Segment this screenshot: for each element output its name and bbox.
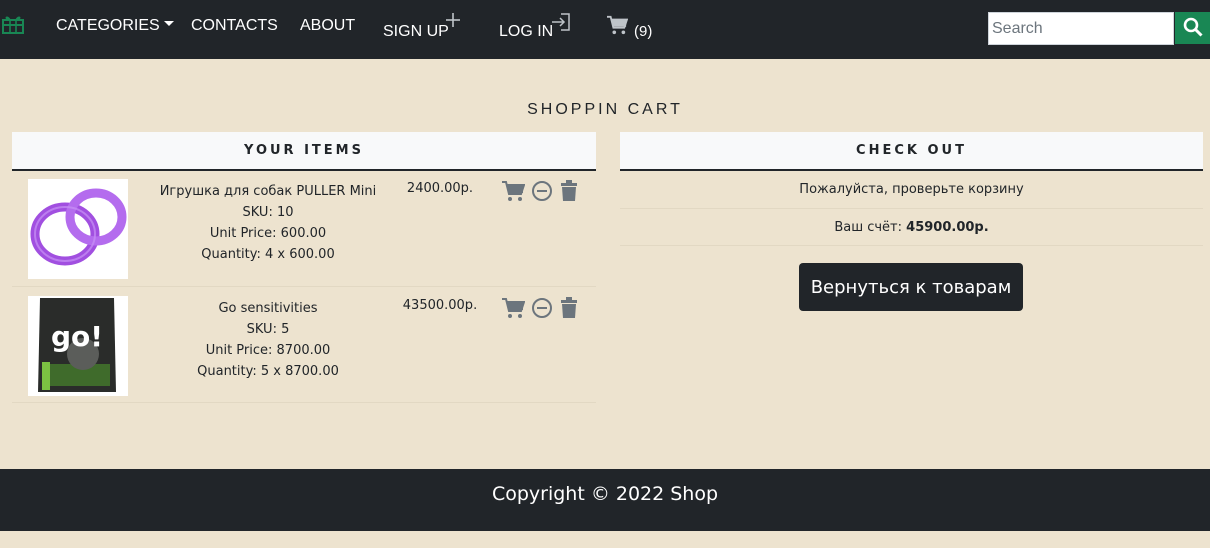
- items-panel-header: YOUR ITEMS: [12, 132, 596, 171]
- item-quantity: Quantity: 4 x 600.00: [201, 247, 335, 262]
- nav-about-link[interactable]: ABOUT: [300, 17, 355, 35]
- product-image-go[interactable]: go!: [28, 296, 128, 396]
- checkout-total: Ваш счёт: 45900.00р.: [620, 209, 1203, 246]
- checkout-note: Пожалуйста, проверьте корзину: [620, 171, 1203, 209]
- item-total: 2400.00р.: [406, 181, 474, 196]
- nav-contacts-link[interactable]: CONTACTS: [191, 17, 278, 35]
- navbar: CATEGORIES CONTACTS ABOUT SIGN UP LOG IN…: [0, 0, 1210, 59]
- search-button[interactable]: [1175, 12, 1210, 44]
- item-total: 43500.00р.: [402, 298, 478, 313]
- total-value: 45900.00р.: [906, 220, 989, 235]
- product-image-puller[interactable]: [28, 179, 128, 279]
- item-name: Игрушка для собак PULLER Mini: [159, 184, 377, 199]
- total-label: Ваш счёт:: [834, 220, 903, 235]
- add-to-cart-icon[interactable]: [501, 297, 526, 323]
- cart-item-row: go! Go sensitivities SKU: 5 Unit Price: …: [12, 287, 596, 403]
- item-unit-price: Unit Price: 600.00: [209, 226, 327, 241]
- minus-circle-icon[interactable]: [531, 297, 553, 323]
- item-info: Go sensitivities SKU: 5 Unit Price: 8700…: [148, 298, 388, 382]
- trash-icon[interactable]: [559, 297, 579, 323]
- go-brand-text: go!: [51, 320, 103, 353]
- nav-categories-label: CATEGORIES: [56, 17, 160, 34]
- back-to-products-button[interactable]: Вернуться к товарам: [799, 263, 1023, 311]
- cart-item-row: Игрушка для собак PULLER Mini SKU: 10 Un…: [12, 170, 596, 287]
- copyright-text: Copyright © 2022 Shop: [491, 483, 719, 505]
- item-quantity: Quantity: 5 x 8700.00: [197, 364, 339, 379]
- item-info: Игрушка для собак PULLER Mini SKU: 10 Un…: [148, 181, 388, 265]
- nav-signup-label: SIGN UP: [383, 23, 449, 40]
- add-to-cart-icon[interactable]: [501, 180, 526, 206]
- trash-icon[interactable]: [559, 180, 579, 206]
- cart-count-badge: (9): [634, 23, 653, 40]
- minus-circle-icon[interactable]: [531, 180, 553, 206]
- footer: Copyright © 2022 Shop: [0, 469, 1210, 531]
- page-title: SHOPPIN CART: [527, 101, 683, 118]
- item-sku: SKU: 10: [242, 205, 294, 220]
- item-unit-price: Unit Price: 8700.00: [205, 343, 331, 358]
- checkout-panel-header: CHECK OUT: [620, 132, 1203, 171]
- nav-login-label: LOG IN: [499, 23, 554, 40]
- plus-icon: [446, 13, 460, 32]
- item-sku: SKU: 5: [246, 322, 290, 337]
- item-name: Go sensitivities: [218, 301, 318, 316]
- nav-signup-link[interactable]: SIGN UP: [383, 13, 460, 41]
- nav-cart-link[interactable]: (9): [606, 15, 652, 40]
- cart-icon: [606, 15, 629, 39]
- nav-login-link[interactable]: LOG IN: [499, 13, 570, 41]
- nav-categories-dropdown[interactable]: CATEGORIES: [56, 17, 174, 35]
- login-icon: [551, 13, 571, 36]
- caret-down-icon: [163, 21, 174, 27]
- gift-icon[interactable]: [2, 14, 24, 34]
- search-input[interactable]: [988, 12, 1174, 45]
